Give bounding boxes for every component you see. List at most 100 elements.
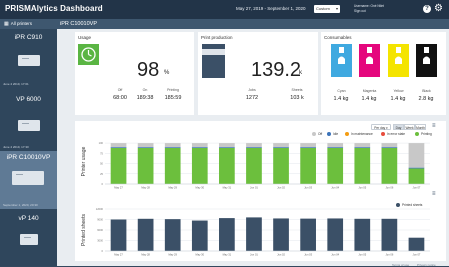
production-sheets-value: 103 k [290, 95, 304, 101]
sidebar-printer-1[interactable]: iPR C910 June 4 2019, 17:01 [0, 30, 57, 87]
usage-title: Usage [78, 35, 92, 40]
bar-idle [273, 147, 289, 148]
consumables-title: Consumables [324, 35, 352, 40]
bar-idle [300, 147, 316, 148]
bar-off [354, 143, 371, 148]
bar-printed-sheets [219, 218, 235, 251]
sidebar-printer-2[interactable]: VP 6000 June 4 2019, 17:30 [0, 92, 57, 149]
consumable-value: 1.4 kg [333, 96, 349, 102]
consumable-value: 2.8 kg [418, 96, 434, 102]
y-tick-label: 6000 [97, 228, 103, 232]
printer-status: June 4 2019, 17:01 [3, 82, 29, 86]
usage-off-value: 68:00 [113, 95, 127, 101]
header: PRISMAlytics Dashboard May 27, 2019 - Se… [0, 0, 449, 19]
printer-name: vP 140 [18, 215, 39, 222]
y-tick-label: 9000 [97, 218, 103, 222]
bar-idle [164, 147, 181, 148]
x-tick-label: May 30 [196, 253, 205, 257]
production-jobs-label: Jobs [248, 88, 256, 92]
x-tick-label: Jun 06 [385, 186, 393, 190]
help-icon[interactable]: ? [423, 5, 431, 13]
bar-idle [327, 147, 344, 148]
clock-icon [78, 44, 99, 65]
consumables-card: Consumables Cyan 1.4 kg Magenta 1.4 kg Yello… [321, 32, 446, 115]
bar-printed-sheets [273, 218, 289, 251]
x-tick-label: Jun 05 [358, 186, 366, 190]
bar-off [246, 143, 262, 148]
bar-printed-sheets [354, 218, 371, 251]
sign-out-link[interactable]: Sign out [354, 9, 384, 14]
x-tick-label: May 31 [223, 186, 232, 190]
printer-name: iPR C10010VP [6, 154, 51, 161]
production-value: 139.2 [251, 59, 302, 81]
bar-off [110, 143, 127, 148]
bar-off [137, 143, 154, 148]
terms-link[interactable]: Terms of use [392, 263, 409, 267]
bar-printing [191, 148, 208, 184]
sidebar-printer-4[interactable]: vP 140 [0, 212, 57, 266]
y-tick-label: 50 [100, 162, 103, 166]
grid-icon: ▦ [4, 21, 9, 27]
bar-off [300, 143, 316, 148]
bar-printed-sheets [300, 218, 316, 251]
printer-image [18, 120, 40, 131]
x-tick-label: May 28 [141, 186, 150, 190]
privacy-link[interactable]: Privacy notice [417, 263, 436, 267]
bar-printing [381, 148, 398, 184]
production-card: Print production 139.2 k Jobs 1272 Sheet… [198, 32, 318, 115]
usage-unit: % [164, 70, 170, 76]
consumable-label: Black [422, 89, 431, 93]
sidebar-all-printers[interactable]: ▦ All printers [0, 19, 57, 29]
bar-printing [408, 168, 425, 184]
bar-idle [110, 147, 127, 148]
bar-printed-sheets [191, 220, 208, 251]
toner-level-cyan [331, 44, 352, 77]
bar-off [219, 143, 235, 148]
bar-idle [408, 167, 425, 169]
x-tick-label: Jun 01 [250, 186, 258, 190]
bar-idle [354, 147, 371, 148]
bar-printed-sheets [246, 217, 262, 251]
x-tick-label: May 27 [114, 253, 123, 257]
x-tick-label: Jun 01 [250, 253, 258, 257]
usage-printing-value: 185:59 [164, 95, 182, 101]
usage-off-label: Off [117, 88, 123, 92]
toner-level-black [416, 44, 437, 77]
gear-icon[interactable]: ⚙ [434, 4, 444, 14]
y-tick-label: 75 [100, 151, 103, 155]
sidebar: ▦ All printers iPR C910 June 4 2019, 17:0… [0, 19, 57, 266]
usage-printing-label: Printing [167, 88, 179, 92]
x-tick-label: Jun 02 [277, 186, 285, 190]
usage-on-label: On [142, 88, 148, 92]
usage-on-value: 189:38 [136, 95, 154, 101]
x-tick-label: Jun 03 [304, 253, 312, 257]
bar-off [408, 143, 425, 168]
printer-name: iPR C910 [14, 34, 43, 41]
y-tick-label: 0 [102, 182, 104, 186]
bar-printing [273, 148, 289, 184]
bar-printed-sheets [327, 218, 344, 251]
username-text: Username: Oné Ntlet [354, 4, 384, 8]
printer-name: VP 6000 [16, 96, 41, 103]
production-jobs-value: 1272 [245, 95, 259, 101]
bar-printing [246, 148, 262, 184]
x-tick-label: May 31 [223, 253, 232, 257]
bar-off [381, 143, 398, 148]
user-info: Username: Oné Ntlet Sign out [354, 4, 384, 13]
bar-printing [219, 148, 235, 184]
range-select[interactable]: Custom ▾ [314, 5, 340, 13]
y-tick-label: 100 [99, 141, 104, 145]
bar-printed-sheets [381, 218, 398, 251]
toner-level-yellow [388, 44, 409, 77]
bar-off [164, 143, 181, 148]
bar-idle [137, 147, 154, 148]
x-tick-label: May 30 [196, 186, 205, 190]
production-sheets-label: Sheets [291, 88, 303, 92]
paper-stack-icon [201, 43, 226, 79]
main-panel: iPR C10010VP Usage 98 % Off 68:00 On 189… [57, 19, 449, 267]
y-tick-label: 25 [100, 172, 103, 176]
sidebar-printer-3[interactable]: iPR C10010VP September 1, 2020, 20:30 [0, 151, 57, 209]
bar-idle [246, 147, 262, 148]
printer-image [18, 55, 40, 66]
x-tick-label: May 29 [168, 186, 177, 190]
